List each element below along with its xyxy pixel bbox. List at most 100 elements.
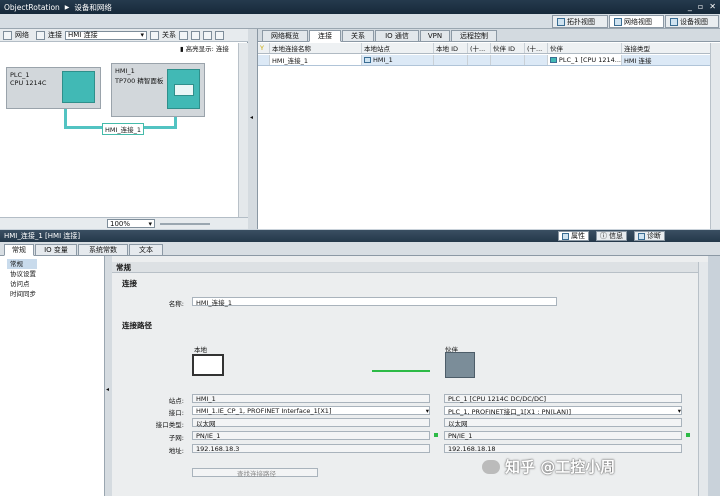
local-label: 本地 — [194, 346, 207, 354]
status-ok-icon — [686, 433, 690, 437]
watermark: 知乎 @工控小周 — [482, 456, 615, 477]
pane-splitter[interactable]: ◂ — [248, 29, 258, 229]
tab-connections[interactable]: 连接 — [309, 30, 341, 42]
device-type: CPU 1214C — [10, 79, 47, 87]
properties-title-bar: HMI_连接_1 [HMI 连接] 属性 ⓘ 信息 诊断 — [0, 230, 720, 242]
tab-texts[interactable]: 文本 — [129, 244, 163, 256]
chevron-down-icon: ▾ — [677, 406, 681, 415]
view-switcher: 拓扑视图 网络视图 设备视图 — [0, 14, 720, 29]
table-row[interactable]: HMI_连接_1 HMI_1 PLC_1 [CPU 1214... HMI 连接 — [258, 55, 720, 66]
connection-name-input[interactable]: HMI_连接_1 — [192, 297, 557, 307]
topology-icon — [557, 17, 565, 26]
connection-label[interactable]: HMI_连接_1 — [102, 123, 145, 135]
close-icon[interactable]: ✕ — [709, 2, 716, 11]
device-icon — [670, 17, 678, 26]
zoom-bar: 100% ▾ — [0, 217, 248, 229]
name-label: 名称: — [168, 300, 184, 308]
network-mode-icon[interactable] — [3, 30, 12, 40]
connection-path-heading: 连接路径 — [122, 321, 152, 330]
tab-system-constants[interactable]: 系统常数 — [78, 244, 128, 256]
vertical-scrollbar[interactable] — [710, 43, 720, 229]
table-header: Y 本地连接名称 本地站点 本地 ID (十... 伙伴 ID (十... 伙伴… — [258, 43, 720, 54]
breadcrumb-arrow-icon: ▶ — [64, 3, 70, 11]
local-interface-select[interactable]: HMI_1.IE_CP_1, PROFINET Interface_1[X1] ▾ — [192, 406, 430, 415]
nav-item-protocol[interactable]: 协议设置 — [10, 269, 104, 279]
find-path-button[interactable]: 查找连接路径 — [192, 468, 318, 478]
highlight-indicator: ▮ 高亮显示: 连接 — [180, 45, 229, 53]
tab-general[interactable]: 常规 — [4, 244, 34, 256]
splitter-arrow-icon[interactable]: ◂ — [250, 114, 253, 121]
local-address: 192.168.18.3 — [192, 444, 430, 453]
topology-view-tab[interactable]: 拓扑视图 — [552, 15, 608, 28]
connection-heading: 连接 — [122, 279, 137, 288]
nav-splitter[interactable]: ◂ — [105, 256, 112, 496]
property-nav: 常规 协议设置 访问点 时间同步 — [0, 256, 105, 496]
vertical-scrollbar[interactable] — [698, 262, 708, 496]
tab-diagnostics[interactable]: 诊断 — [634, 231, 665, 241]
toolbar-icon-3[interactable] — [203, 30, 212, 40]
diagnostics-icon — [638, 232, 645, 240]
partner-interface-type: 以太网 — [444, 418, 682, 428]
local-interface-type: 以太网 — [192, 418, 430, 428]
connection-mode-icon[interactable] — [36, 30, 45, 40]
zoom-select[interactable]: 100% ▾ — [107, 219, 155, 228]
network-view-pane: 网络 连接 HMI 连接 ▾ 关系 ▮ 高亮显示: 连接 PLC_1 CPU 1… — [0, 29, 248, 229]
tab-info[interactable]: ⓘ 信息 — [596, 231, 627, 241]
toolbar-icon-1[interactable] — [179, 30, 188, 40]
chevron-down-icon: ▾ — [140, 31, 144, 39]
connection-line — [174, 117, 177, 129]
property-subtabs: 常规 IO 变量 系统常数 文本 — [0, 242, 720, 256]
wechat-icon — [482, 459, 500, 474]
device-type: TP700 精智面板 — [115, 77, 164, 85]
device-name: HMI_1 — [115, 67, 135, 75]
plc-device[interactable]: PLC_1 CPU 1214C — [6, 67, 101, 109]
info-icon: ⓘ — [600, 232, 607, 240]
partner-station: PLC_1 [CPU 1214C DC/DC/DC] — [444, 394, 682, 403]
nav-item-access-point[interactable]: 访问点 — [10, 279, 104, 289]
property-content: 常规 连接 名称: HMI_连接_1 连接路径 本地 伙伴 站点: HMI_1 … — [112, 256, 708, 496]
section-heading: 常规 — [112, 262, 702, 273]
tab-vpn[interactable]: VPN — [420, 30, 450, 42]
network-view-tab[interactable]: 网络视图 — [609, 15, 664, 28]
zoom-slider[interactable] — [160, 223, 210, 225]
local-subnet: PN/IE_1 — [192, 431, 430, 440]
minimize-icon[interactable]: _ — [688, 2, 692, 11]
hmi-panel-icon — [167, 69, 200, 109]
tab-relations[interactable]: 关系 — [342, 30, 374, 42]
tab-network-overview[interactable]: 网络概览 — [262, 30, 308, 42]
app-title: ObjectRotation — [4, 2, 60, 12]
toolbar-icon-4[interactable] — [215, 30, 224, 40]
splitter-arrow-icon[interactable]: ◂ — [106, 386, 109, 393]
network-data-pane: 网络概览 连接 关系 IO 通信 VPN 远程控制 Y 本地连接名称 本地站点 … — [258, 29, 720, 229]
section-title: 设备和网络 — [74, 2, 112, 12]
network-icon — [614, 17, 622, 26]
partner-interface-select[interactable]: PLC_1, PROFINET接口_1[X1 : PN(LAN)] ▾ — [444, 406, 682, 416]
device-view-tab[interactable]: 设备视图 — [665, 15, 719, 28]
relation-mode-icon[interactable] — [150, 30, 159, 40]
tab-io-tags[interactable]: IO 变量 — [35, 244, 77, 256]
hmi-device[interactable]: HMI_1 TP700 精智面板 — [111, 63, 205, 117]
toolbar-icon-2[interactable] — [191, 30, 200, 40]
chevron-down-icon: ▾ — [148, 219, 152, 228]
restore-icon[interactable]: ▫ — [698, 2, 703, 11]
plc-module-icon — [62, 71, 95, 103]
nav-item-general[interactable]: 常规 — [7, 259, 37, 269]
chevron-down-icon: ▾ — [425, 406, 429, 415]
tab-io-communication[interactable]: IO 通信 — [375, 30, 419, 42]
network-toolbar: 网络 连接 HMI 连接 ▾ 关系 — [0, 29, 248, 42]
title-bar: ObjectRotation ▶ 设备和网络 _ ▫ ✕ — [0, 0, 720, 14]
hmi-device-icon — [192, 354, 224, 376]
connection-path-line — [372, 370, 430, 372]
hmi-icon — [364, 57, 371, 63]
partner-subnet: PN/IE_1 — [444, 431, 682, 440]
plc-icon — [550, 57, 557, 63]
nav-item-time-sync[interactable]: 时间同步 — [10, 289, 104, 299]
filter-icon[interactable]: Y — [258, 43, 270, 53]
device-name: PLC_1 — [10, 71, 30, 79]
local-station: HMI_1 — [192, 394, 430, 403]
vertical-scrollbar[interactable] — [238, 43, 248, 217]
tab-properties[interactable]: 属性 — [558, 231, 589, 241]
connection-type-select[interactable]: HMI 连接 ▾ — [65, 30, 147, 40]
plc-device-icon — [445, 352, 475, 378]
tab-remote-control[interactable]: 远程控制 — [451, 30, 497, 42]
